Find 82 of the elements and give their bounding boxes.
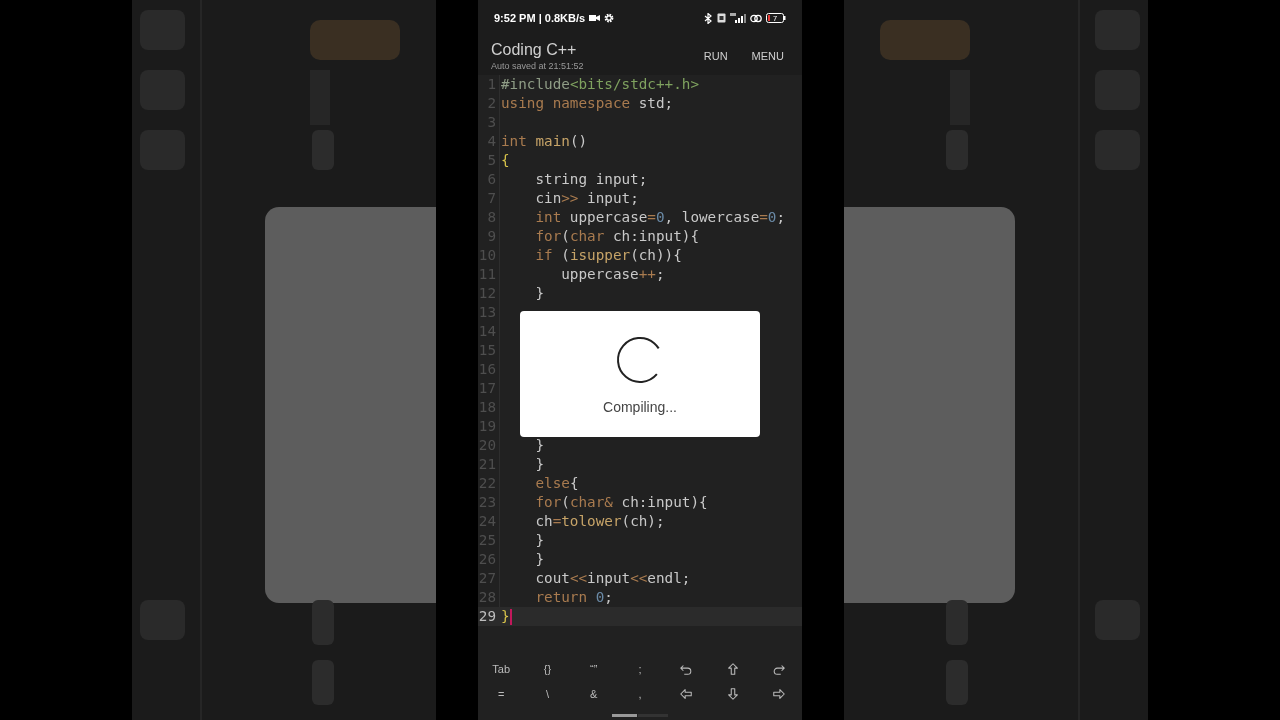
code-token: ch (534, 512, 553, 531)
code-token: std; (637, 94, 674, 113)
code-token: ; (604, 588, 613, 607)
code-token: } (534, 436, 545, 455)
code-token: using namespace (501, 94, 631, 113)
code-token: int (534, 208, 562, 227)
code-token: } (534, 284, 545, 303)
action-button[interactable]: MENU (743, 45, 792, 66)
video-camera-icon (589, 14, 601, 22)
arrow-left-icon[interactable] (679, 686, 694, 701)
symbol-key[interactable]: = (478, 682, 525, 705)
code-token: ; (776, 208, 786, 227)
code-token: () (569, 132, 588, 151)
code-token: int (501, 132, 527, 151)
code-token: { (501, 151, 510, 170)
symbol-key[interactable]: \ (524, 682, 571, 705)
code-token: endl; (647, 569, 691, 588)
code-token: main (534, 132, 570, 151)
code-token: = (759, 208, 768, 227)
symbol-key[interactable]: , (616, 682, 664, 705)
code-token: { (569, 474, 579, 493)
code-token: if (534, 246, 553, 265)
code-token: ( (560, 246, 570, 265)
status-time: 9:52 PM | 0.8KB/s (494, 12, 586, 24)
code-token: = (552, 512, 562, 531)
code-token: } (534, 550, 545, 569)
line-number: 29 (478, 607, 497, 626)
arrow-down-icon[interactable] (725, 686, 740, 701)
code-token: ( (561, 493, 570, 512)
code-token: else (534, 474, 570, 493)
code-token: string input; (534, 170, 648, 189)
code-token: input (587, 569, 631, 588)
code-token: for (534, 227, 562, 246)
gear-icon (604, 13, 615, 23)
symbol-key[interactable]: ; (616, 657, 664, 680)
code-token: ++ (638, 265, 656, 284)
dialog-message: Compiling... (603, 399, 677, 415)
code-token: char& (569, 493, 613, 512)
code-token: 0 (767, 208, 777, 227)
bluetooth-icon (704, 12, 713, 24)
code-token: ch:input){ (620, 493, 708, 512)
symbol-key[interactable]: {} (524, 657, 571, 680)
signal-icon (730, 13, 746, 23)
code-token: << (630, 569, 648, 588)
arrow-right-icon[interactable] (771, 686, 786, 701)
page-indicator (612, 714, 668, 717)
code-token: 0 (594, 588, 605, 607)
code-token: << (569, 569, 588, 588)
autosave-status: Auto saved at 21:51:52 (491, 59, 585, 72)
code-token: ; (655, 265, 665, 284)
code-token: <bits/stdc++.h> (569, 75, 699, 94)
code-token: = (647, 208, 656, 227)
code-token: ch:input){ (611, 227, 699, 246)
code-token: input; (586, 189, 639, 208)
code-token: for (534, 493, 562, 512)
symbol-key[interactable]: Tab (478, 657, 525, 680)
code-token: 0 (655, 208, 665, 227)
code-token: tolower (561, 512, 622, 531)
code-token: char (569, 227, 605, 246)
code-token: ( (561, 227, 570, 246)
code-token: } (501, 607, 510, 626)
text-cursor (509, 608, 512, 625)
code-token: uppercase (560, 265, 639, 284)
code-token: uppercase (568, 208, 648, 227)
link-icon (750, 13, 762, 23)
code-token: } (534, 455, 545, 474)
code-token: (ch); (621, 512, 665, 531)
code-token: isupper (569, 246, 631, 265)
action-button[interactable]: RUN (695, 45, 736, 66)
code-token: return (534, 588, 588, 607)
code-token: #include (501, 75, 570, 94)
code-token: (ch)){ (630, 246, 682, 265)
code-token: } (534, 531, 545, 550)
app-title: Coding C++ (491, 39, 578, 60)
arrow-up-icon[interactable] (725, 661, 740, 676)
code-token: >> (561, 189, 579, 208)
code-token: cin (534, 189, 562, 208)
code-token: , lowercase (664, 208, 760, 227)
symbol-key[interactable]: “” (570, 657, 617, 680)
code-token: cout (534, 569, 570, 588)
symbol-key[interactable]: & (570, 682, 617, 705)
sim-icon (717, 13, 726, 23)
